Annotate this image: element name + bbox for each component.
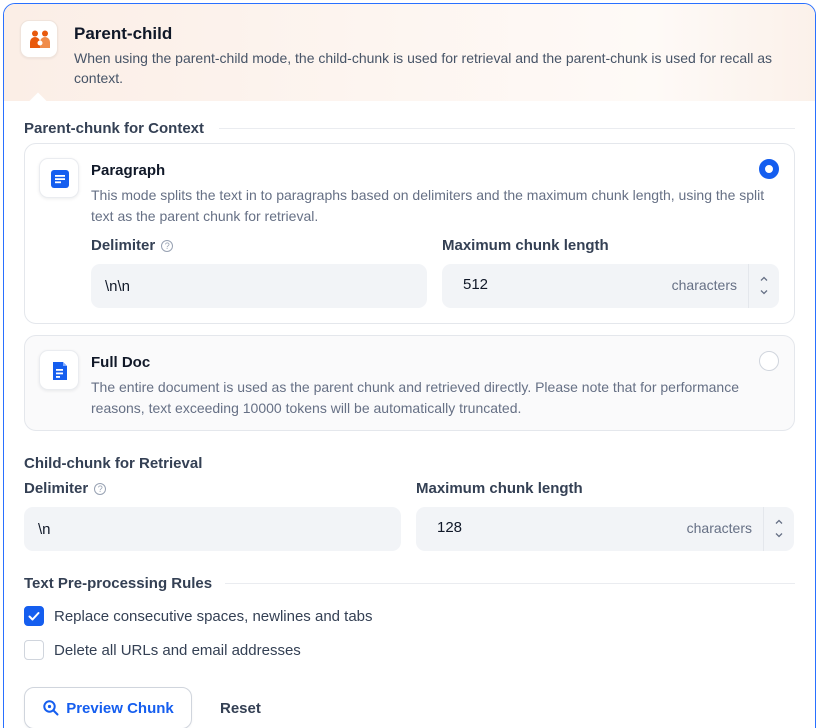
chevron-up-icon[interactable] bbox=[773, 516, 785, 528]
child-delimiter-value: \n bbox=[38, 520, 51, 538]
chevron-up-icon[interactable] bbox=[758, 273, 770, 285]
parent-length-stepper[interactable] bbox=[748, 264, 779, 308]
rule-replace-spaces[interactable]: Replace consecutive spaces, newlines and… bbox=[24, 606, 373, 626]
help-icon[interactable]: ? bbox=[161, 239, 174, 252]
child-delimiter-label: Delimiter ? bbox=[24, 480, 107, 497]
parent-max-length-value: 512 bbox=[463, 276, 489, 293]
child-delimiter-label-text: Delimiter bbox=[24, 480, 89, 497]
child-length-stepper[interactable] bbox=[763, 507, 794, 551]
rule-label: Replace consecutive spaces, newlines and… bbox=[54, 607, 373, 625]
parent-child-icon bbox=[20, 20, 58, 58]
full-doc-option[interactable]: Full Doc The entire document is used as … bbox=[24, 335, 795, 431]
section-divider bbox=[219, 128, 795, 129]
check-icon bbox=[28, 612, 40, 621]
chevron-down-icon[interactable] bbox=[758, 286, 770, 298]
parent-max-length-label-text: Maximum chunk length bbox=[442, 237, 609, 254]
full-doc-radio[interactable] bbox=[759, 351, 779, 371]
preprocessing-section-label: Text Pre-processing Rules bbox=[24, 575, 213, 592]
full-doc-description: The entire document is used as the paren… bbox=[91, 379, 739, 416]
parent-max-length-label: Maximum chunk length bbox=[442, 237, 609, 254]
parent-max-length-input[interactable]: 512 characters bbox=[442, 264, 779, 308]
child-max-length-label: Maximum chunk length bbox=[416, 480, 583, 497]
mode-title: Parent-child bbox=[74, 24, 173, 43]
child-max-length-value: 128 bbox=[437, 519, 463, 536]
child-delimiter-input[interactable]: \n bbox=[24, 507, 401, 551]
parent-delimiter-value: \n\n bbox=[105, 277, 131, 295]
parent-child-mode-card: Parent-child When using the parent-child… bbox=[3, 3, 816, 728]
child-max-length-label-text: Maximum chunk length bbox=[416, 480, 583, 497]
section-divider bbox=[225, 583, 795, 584]
child-chunk-section-label: Child-chunk for Retrieval bbox=[24, 455, 203, 472]
full-doc-icon bbox=[39, 350, 79, 390]
paragraph-radio[interactable] bbox=[759, 159, 779, 179]
rule-label: Delete all URLs and email addresses bbox=[54, 641, 301, 659]
parent-delimiter-label-text: Delimiter bbox=[91, 237, 156, 254]
reset-button[interactable]: Reset bbox=[220, 700, 261, 717]
mode-header: Parent-child When using the parent-child… bbox=[4, 4, 815, 101]
parent-chunk-section-label: Parent-chunk for Context bbox=[24, 120, 205, 137]
preview-chunk-label: Preview Chunk bbox=[66, 699, 174, 717]
mode-description: When using the parent-child mode, the ch… bbox=[74, 50, 773, 86]
parent-delimiter-input[interactable]: \n\n bbox=[91, 264, 427, 308]
rule-delete-urls[interactable]: Delete all URLs and email addresses bbox=[24, 640, 301, 660]
parent-unit-label: characters bbox=[671, 277, 737, 293]
chevron-down-icon[interactable] bbox=[773, 529, 785, 541]
search-icon bbox=[43, 700, 59, 716]
paragraph-icon bbox=[39, 158, 79, 198]
preview-chunk-button[interactable]: Preview Chunk bbox=[24, 687, 192, 728]
paragraph-title: Paragraph bbox=[91, 162, 166, 179]
paragraph-option[interactable]: Paragraph This mode splits the text in t… bbox=[24, 143, 795, 324]
help-icon[interactable]: ? bbox=[94, 482, 107, 495]
parent-delimiter-label: Delimiter ? bbox=[91, 237, 174, 254]
delete-urls-checkbox[interactable] bbox=[24, 640, 44, 660]
paragraph-description: This mode splits the text in to paragrap… bbox=[91, 187, 765, 224]
replace-spaces-checkbox[interactable] bbox=[24, 606, 44, 626]
child-max-length-input[interactable]: 128 characters bbox=[416, 507, 794, 551]
child-unit-label: characters bbox=[686, 520, 752, 536]
full-doc-title: Full Doc bbox=[91, 354, 151, 371]
